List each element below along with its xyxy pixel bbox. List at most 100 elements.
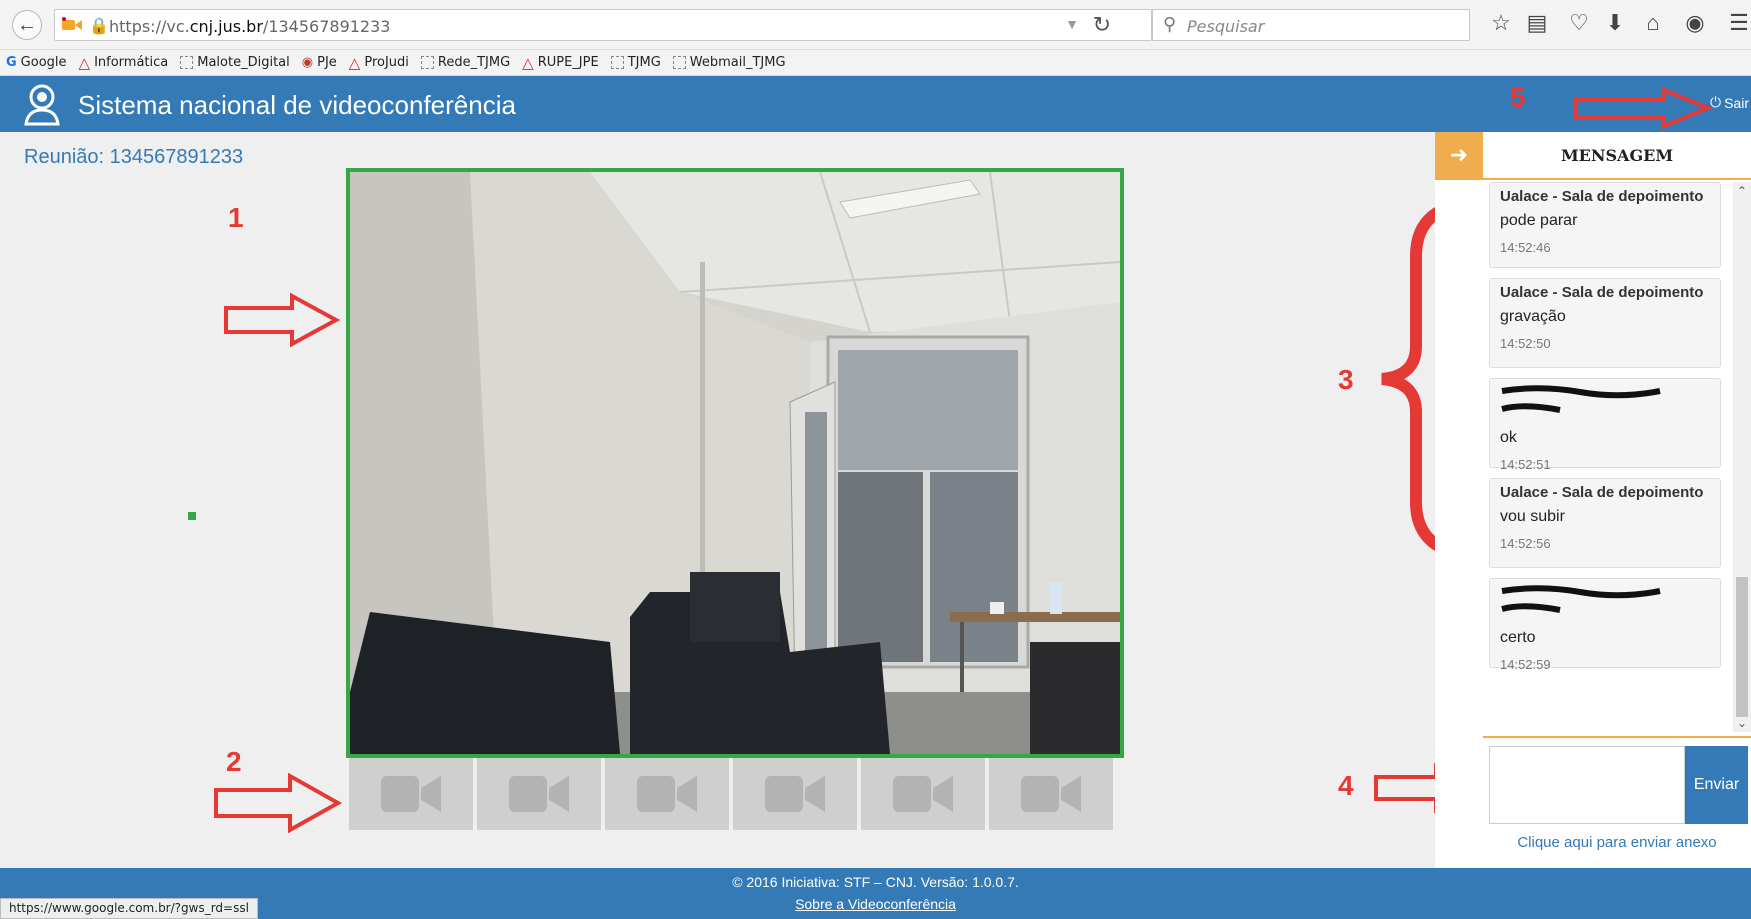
search-bar[interactable]: ⚲ Pesquisar [1152, 9, 1470, 41]
video-camera-icon [509, 776, 569, 812]
participant-thumbnail[interactable] [605, 758, 729, 830]
chat-message: ok 14:52:51 [1489, 378, 1721, 472]
message-text: vou subir [1500, 508, 1565, 525]
search-placeholder: Pesquisar [1187, 17, 1265, 36]
chat-message: certo 14:52:59 [1489, 578, 1721, 672]
arrow-right-icon: ➜ [1449, 142, 1469, 167]
meeting-id: Reunião: 134567891233 [24, 146, 244, 168]
google-icon: G [6, 55, 17, 70]
scroll-down-icon[interactable]: ⌄ [1733, 716, 1751, 730]
logout-button[interactable]: ⏻ Sair [1710, 94, 1749, 111]
bookmarks-toolbar: G Google △ Informática Malote_Digital ◉ PJe… [0, 50, 1751, 76]
annotation-number-3: 3 [1338, 364, 1354, 395]
participant-thumbnail[interactable] [349, 758, 473, 830]
bookmark-malote-digital[interactable]: Malote_Digital [180, 55, 290, 70]
message-time: 14:52:50 [1500, 336, 1551, 351]
back-button[interactable]: ← [12, 10, 42, 40]
message-author: Ualace - Sala de depoimento [1500, 188, 1704, 205]
video-camera-icon [893, 776, 953, 812]
screen: ← 🔒 https://vc.cnj.jus.br/134567891233 ▼… [0, 0, 1751, 919]
main-video[interactable] [346, 168, 1124, 758]
lock-icon: 🔒 [89, 18, 109, 35]
chat-message: Ualace - Sala de depoimento vou subir 14… [1489, 478, 1721, 568]
video-camera-icon [1021, 776, 1081, 812]
collapse-chat-button[interactable]: ➜ [1435, 132, 1483, 180]
chat-panel: ➜ MENSAGEM Ualace - Sala de depoimento p… [1435, 132, 1751, 895]
redacted-author-icon [1501, 385, 1661, 413]
page-icon [420, 56, 434, 69]
page-icon [610, 56, 624, 69]
message-input[interactable] [1489, 746, 1685, 824]
bookmark-pje[interactable]: ◉ PJe [302, 55, 337, 70]
message-text: certo [1500, 629, 1536, 646]
video-frame-image [350, 172, 1120, 754]
app-header: Sistema nacional de videoconferência ⏻ S… [0, 76, 1751, 132]
reload-icon[interactable]: ↻ [1093, 12, 1111, 38]
address-bar[interactable]: 🔒 https://vc.cnj.jus.br/134567891233 ▼ ↻ [54, 9, 1152, 41]
annotation-number-1: 1 [228, 202, 244, 233]
copyright-text: © 2016 Iniciativa: STF – CNJ. Versão: 1.… [732, 874, 1019, 890]
message-author: Ualace - Sala de depoimento [1500, 484, 1704, 501]
message-time: 14:52:56 [1500, 536, 1551, 551]
scrollbar-thumb[interactable] [1736, 577, 1748, 717]
annotation-number-4: 4 [1338, 770, 1354, 801]
chat-message: Ualace - Sala de depoimento pode parar 1… [1489, 182, 1721, 268]
status-indicator [188, 512, 196, 520]
bookmark-tjmg[interactable]: TJMG [610, 55, 661, 70]
bookmark-rupe-jpe[interactable]: △ RUPE_JPE [522, 54, 599, 72]
pje-icon: ◉ [301, 55, 314, 70]
participant-thumbnail[interactable] [477, 758, 601, 830]
message-time: 14:52:59 [1500, 657, 1551, 672]
send-button[interactable]: Enviar [1685, 746, 1748, 824]
participant-thumbnail[interactable] [733, 758, 857, 830]
bookmarks-library-icon[interactable]: ▤ [1522, 10, 1552, 36]
message-time: 14:52:46 [1500, 240, 1551, 255]
bookmark-star-icon[interactable]: ☆ [1486, 10, 1516, 36]
annotation-arrow-2 [214, 772, 343, 834]
annotation-arrow-5 [1574, 87, 1714, 129]
menu-icon[interactable]: ☰ [1724, 10, 1751, 36]
page-icon [672, 56, 686, 69]
chat-message: Ualace - Sala de depoimento gravação 14:… [1489, 278, 1721, 368]
message-text: pode parar [1500, 212, 1578, 229]
app-title: Sistema nacional de videoconferência [78, 90, 516, 120]
browser-status-bar: https://www.google.com.br/?gws_rd=ssl [0, 898, 258, 919]
app-logo-icon [24, 84, 60, 126]
download-icon[interactable]: ⬇ [1600, 10, 1630, 36]
chat-bubble-icon[interactable]: ◉ [1680, 10, 1710, 36]
url-dropdown-icon[interactable]: ▼ [1065, 16, 1079, 32]
redacted-author-icon [1501, 585, 1661, 613]
arrow-left-icon: ← [17, 14, 37, 36]
footer: © 2016 Iniciativa: STF – CNJ. Versão: 1.… [0, 868, 1751, 919]
scroll-up-icon[interactable]: ⌃ [1733, 184, 1751, 198]
message-author: Ualace - Sala de depoimento [1500, 284, 1704, 301]
attach-link[interactable]: Clique aqui para enviar anexo [1483, 834, 1751, 851]
message-text: ok [1500, 429, 1517, 446]
video-camera-icon [381, 776, 441, 812]
search-icon: ⚲ [1163, 14, 1177, 34]
participant-thumbnails [349, 758, 1113, 830]
browser-toolbar: ← 🔒 https://vc.cnj.jus.br/134567891233 ▼… [0, 0, 1751, 50]
about-link[interactable]: Sobre a Videoconferência [0, 896, 1751, 912]
annotation-number-5: 5 [1510, 82, 1526, 113]
camera-permission-icon[interactable] [61, 17, 83, 33]
bookmark-webmail-tjmg[interactable]: Webmail_TJMG [672, 55, 786, 70]
chat-title: MENSAGEM [1483, 132, 1751, 180]
video-camera-icon [765, 776, 825, 812]
participant-thumbnail[interactable] [861, 758, 985, 830]
annotation-arrow-1 [224, 292, 341, 348]
video-camera-icon [637, 776, 697, 812]
bookmark-informatica[interactable]: △ Informática [79, 54, 169, 72]
participant-thumbnail[interactable] [989, 758, 1113, 830]
bookmark-rede-tjmg[interactable]: Rede_TJMG [420, 55, 510, 70]
message-text: gravação [1500, 308, 1566, 325]
home-icon[interactable]: ⌂ [1638, 10, 1668, 36]
triangle-icon: △ [78, 53, 91, 72]
url-text: https://vc.cnj.jus.br/134567891233 [109, 17, 391, 36]
bookmark-projudi[interactable]: △ ProJudi [349, 54, 409, 72]
bookmark-google[interactable]: G Google [6, 55, 67, 70]
pocket-icon[interactable]: ♡ [1564, 10, 1594, 36]
chat-messages[interactable]: Ualace - Sala de depoimento pode parar 1… [1483, 182, 1751, 732]
chat-scrollbar[interactable]: ⌃ ⌄ [1733, 182, 1751, 732]
triangle-icon: △ [348, 53, 361, 72]
